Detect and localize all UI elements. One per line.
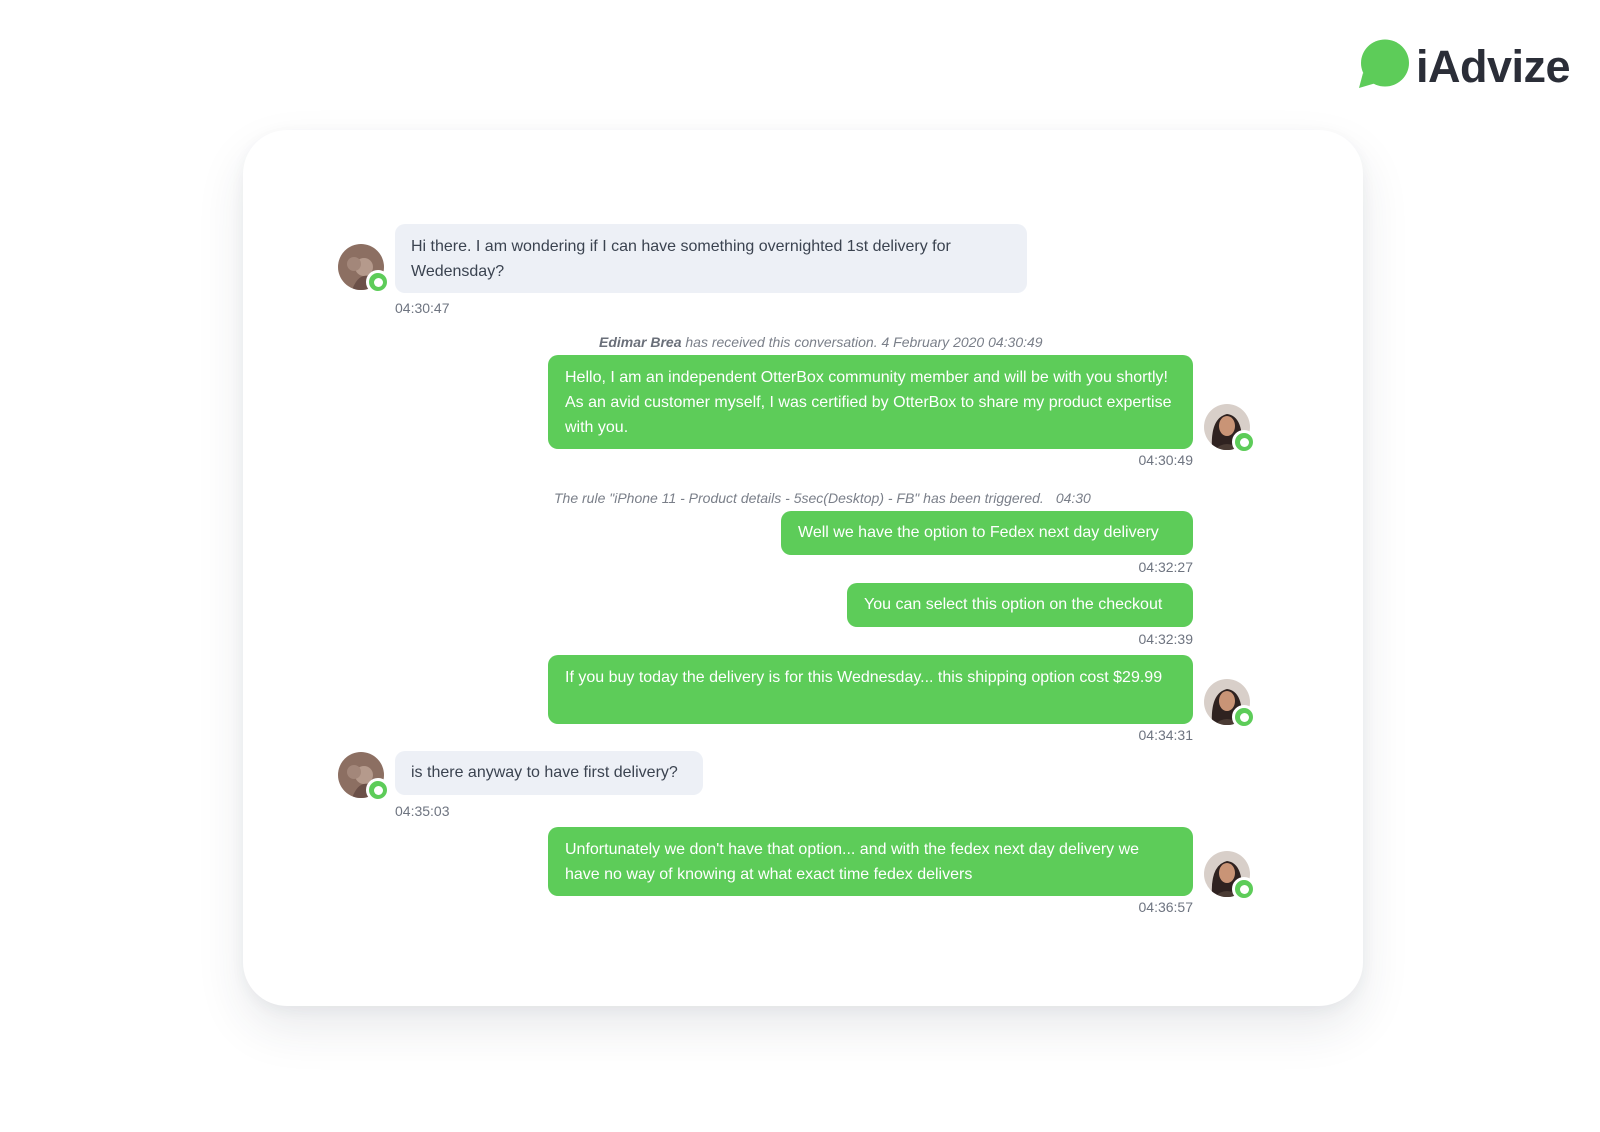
message-time: 04:32:39 xyxy=(1138,631,1194,647)
speech-bubble-icon xyxy=(1356,38,1412,94)
agent-avatar xyxy=(1204,404,1256,454)
agent-avatar xyxy=(1204,679,1256,729)
rule-triggered-notice: The rule "iPhone 11 - Product details - … xyxy=(554,489,1091,507)
message-time: 04:30:47 xyxy=(395,300,450,316)
visitor-message: Hi there. I am wondering if I can have s… xyxy=(395,224,1027,293)
visitor-avatar xyxy=(338,244,390,294)
agent-message: Unfortunately we don't have that option.… xyxy=(548,827,1193,896)
logo-text: iAdvize xyxy=(1416,40,1571,92)
agent-message: Well we have the option to Fedex next da… xyxy=(781,511,1193,555)
conversation-card: Hi there. I am wondering if I can have s… xyxy=(243,130,1363,1006)
online-status-badge xyxy=(1232,430,1256,454)
agent-message: Hello, I am an independent OtterBox comm… xyxy=(548,355,1193,449)
online-status-badge xyxy=(366,270,390,294)
agent-name: Edimar Brea xyxy=(599,334,682,350)
message-time: 04:34:31 xyxy=(1138,727,1194,743)
agent-message: You can select this option on the checko… xyxy=(847,583,1193,627)
message-time: 04:32:27 xyxy=(1138,559,1194,575)
online-status-badge xyxy=(1232,705,1256,729)
agent-avatar xyxy=(1204,851,1256,901)
message-time: 04:36:57 xyxy=(1138,899,1194,915)
visitor-message: is there anyway to have first delivery? xyxy=(395,751,703,795)
notice-text: has received this conversation. 4 Februa… xyxy=(681,334,1043,350)
message-time: 04:35:03 xyxy=(395,803,450,819)
online-status-badge xyxy=(1232,877,1256,901)
message-time: 04:30:49 xyxy=(1138,452,1194,468)
online-status-badge xyxy=(366,778,390,802)
visitor-avatar xyxy=(338,752,390,802)
iadvize-logo: iAdvize xyxy=(1356,36,1571,96)
rule-time: 04:30 xyxy=(1055,490,1091,506)
conversation-received-notice: Edimar Brea has received this conversati… xyxy=(599,333,1043,351)
rule-text: The rule "iPhone 11 - Product details - … xyxy=(554,490,1044,506)
agent-message: If you buy today the delivery is for thi… xyxy=(548,655,1193,724)
